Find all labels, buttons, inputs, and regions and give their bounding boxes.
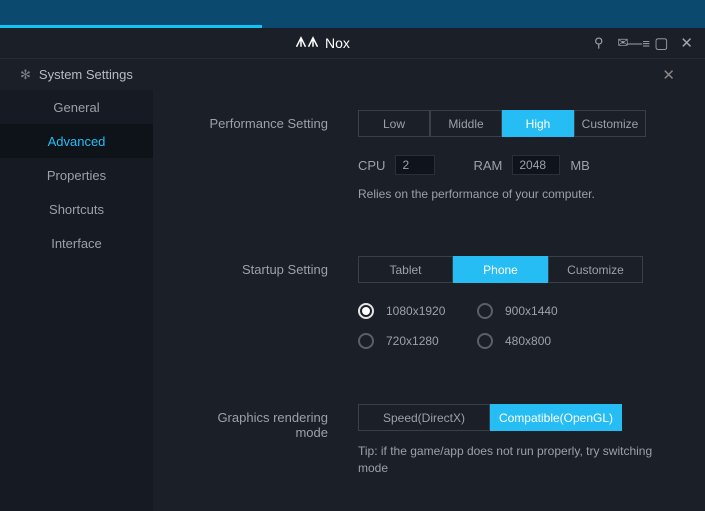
sidebar-item-properties[interactable]: Properties: [0, 158, 153, 192]
radio-icon: [477, 333, 493, 349]
cpu-ram-row: CPU RAM MB: [358, 155, 670, 175]
radio-icon: [477, 303, 493, 319]
perf-low[interactable]: Low: [358, 110, 430, 137]
perf-middle[interactable]: Middle: [430, 110, 502, 137]
startup-phone[interactable]: Phone: [453, 256, 548, 283]
maximize-icon[interactable]: ▢: [654, 34, 668, 52]
graphics-label: Graphics rendering mode: [188, 404, 358, 440]
res-480x800[interactable]: 480x800: [477, 333, 592, 349]
app-name: Nox: [325, 35, 350, 51]
res-1080x1920[interactable]: 1080x1920: [358, 303, 473, 319]
resolution-grid: 1080x1920 900x1440 720x1280 480x800: [358, 303, 670, 349]
close-icon[interactable]: ✕: [680, 34, 693, 52]
minimize-icon[interactable]: —: [627, 35, 642, 52]
radio-icon: [358, 333, 374, 349]
content-panel: Performance Setting Low Middle High Cust…: [153, 90, 705, 511]
pin-icon[interactable]: ⚲: [594, 35, 604, 51]
graphics-compatible[interactable]: Compatible(OpenGL): [490, 404, 622, 431]
window-controls: — ▢ ✕: [627, 34, 693, 52]
ram-label: RAM: [473, 158, 502, 173]
graphics-tip: Tip: if the game/app does not run proper…: [358, 443, 658, 477]
graphics-segmented: Speed(DirectX) Compatible(OpenGL): [358, 404, 670, 431]
performance-segmented: Low Middle High Customize: [358, 110, 670, 137]
ram-field[interactable]: [512, 155, 560, 175]
settings-close-icon[interactable]: ✕: [662, 66, 675, 84]
app-logo: Nox: [295, 35, 350, 51]
performance-row: Performance Setting Low Middle High Cust…: [188, 110, 670, 201]
ram-unit: MB: [570, 158, 590, 173]
radio-icon: [358, 303, 374, 319]
gear-icon: ✻: [20, 67, 31, 83]
startup-segmented: Tablet Phone Customize: [358, 256, 670, 283]
settings-title: System Settings: [39, 67, 133, 82]
main-area: General Advanced Properties Shortcuts In…: [0, 90, 705, 511]
sidebar-item-interface[interactable]: Interface: [0, 226, 153, 260]
graphics-row: Graphics rendering mode Speed(DirectX) C…: [188, 404, 670, 477]
nox-logo-icon: [295, 35, 319, 51]
performance-hint: Relies on the performance of your comput…: [358, 187, 670, 201]
startup-tablet[interactable]: Tablet: [358, 256, 453, 283]
sidebar-item-advanced[interactable]: Advanced: [0, 124, 153, 158]
cpu-label: CPU: [358, 158, 385, 173]
sidebar: General Advanced Properties Shortcuts In…: [0, 90, 153, 511]
perf-customize[interactable]: Customize: [574, 110, 646, 137]
res-900x1440[interactable]: 900x1440: [477, 303, 592, 319]
startup-row: Startup Setting Tablet Phone Customize 1…: [188, 256, 670, 349]
res-720x1280[interactable]: 720x1280: [358, 333, 473, 349]
top-accent-bar: [0, 0, 705, 28]
titlebar: Nox ⚲ ✉ ≡ — ▢ ✕: [0, 28, 705, 58]
performance-label: Performance Setting: [188, 110, 358, 131]
cpu-field[interactable]: [395, 155, 435, 175]
sidebar-item-shortcuts[interactable]: Shortcuts: [0, 192, 153, 226]
perf-high[interactable]: High: [502, 110, 574, 137]
startup-customize[interactable]: Customize: [548, 256, 643, 283]
settings-header: ✻ System Settings ✕: [0, 58, 705, 90]
startup-label: Startup Setting: [188, 256, 358, 277]
graphics-speed[interactable]: Speed(DirectX): [358, 404, 490, 431]
sidebar-item-general[interactable]: General: [0, 90, 153, 124]
